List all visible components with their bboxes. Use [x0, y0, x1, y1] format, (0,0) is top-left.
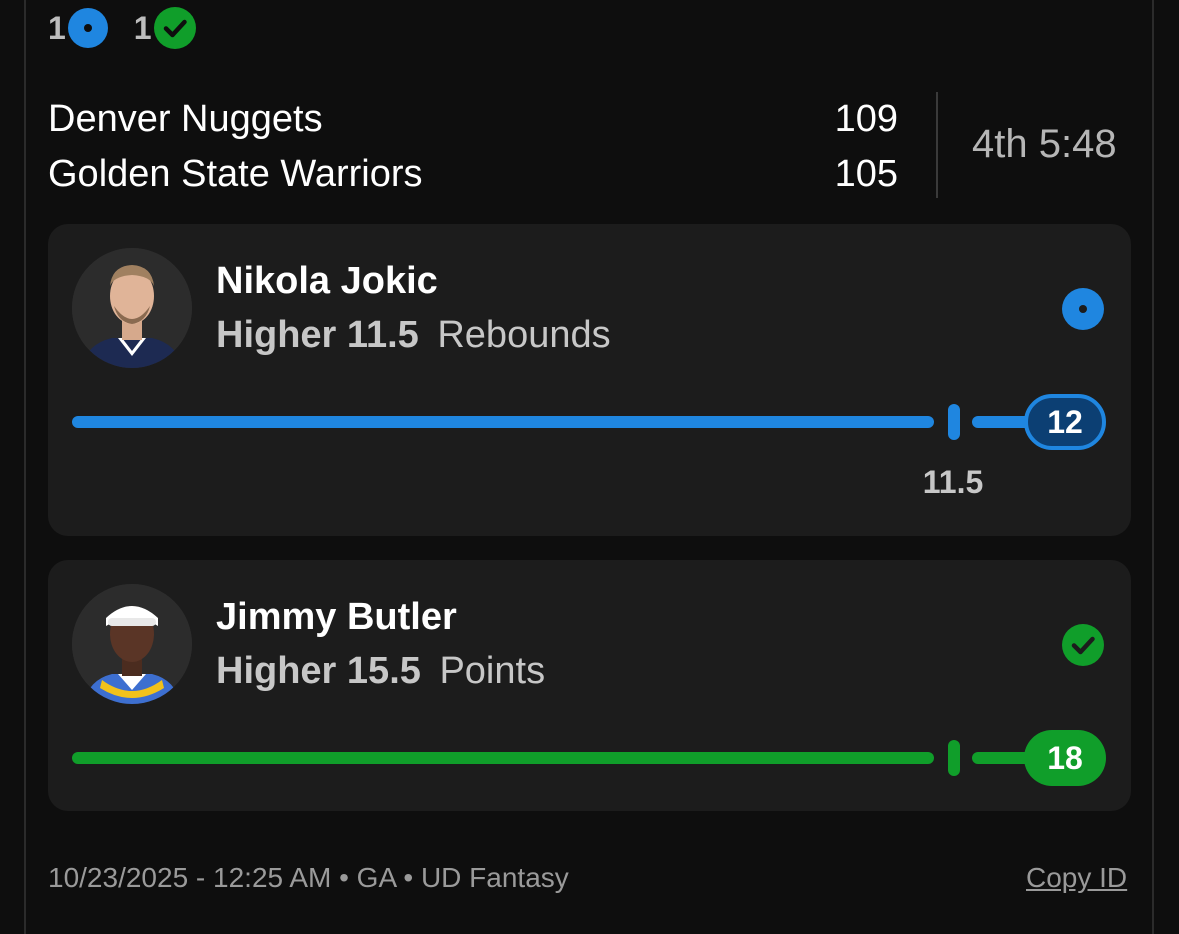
won-count-group: 1 [134, 7, 196, 49]
panel-border-left [24, 0, 26, 934]
pick-line-value: 15.5 [346, 650, 421, 692]
game-scoreboard: Denver Nuggets 109 Golden State Warriors… [48, 92, 1130, 198]
current-value-pill: 18 [1024, 730, 1106, 786]
panel-border-right [1152, 0, 1154, 934]
team-row-home: Denver Nuggets 109 [48, 94, 898, 144]
game-clock: 4th 5:48 [972, 122, 1117, 166]
pick-direction: Higher [216, 314, 337, 356]
player-name: Jimmy Butler [216, 596, 457, 638]
team-name: Golden State Warriors [48, 152, 423, 195]
pick-direction: Higher [216, 650, 337, 692]
pick-stat: Rebounds [437, 314, 611, 356]
progress-track-tail [972, 752, 1032, 764]
player-avatar [72, 248, 192, 368]
won-check-icon [1062, 624, 1104, 666]
pick-status-summary: 1 1 [48, 7, 222, 49]
line-marker [948, 404, 960, 440]
live-dot-icon [67, 8, 108, 48]
progress-track [72, 752, 934, 764]
pick-stat: Points [439, 650, 546, 692]
player-name: Nikola Jokic [216, 260, 438, 302]
score-divider [936, 92, 938, 198]
entry-detail-screen: 1 1 Denver Nuggets 109 Golden State Warr… [0, 0, 1179, 934]
live-dot-icon [1062, 288, 1104, 330]
team-name: Denver Nuggets [48, 97, 323, 140]
copy-id-link[interactable]: Copy ID [1026, 862, 1127, 894]
line-marker-label: 11.5 [922, 464, 984, 500]
team-row-away: Golden State Warriors 105 [48, 149, 898, 199]
pick-line-value: 11.5 [346, 314, 419, 356]
line-marker [948, 740, 960, 776]
team-score: 109 [834, 97, 898, 140]
pick-line: Higher 15.5 Points [216, 650, 545, 693]
team-score: 105 [834, 152, 898, 195]
entry-meta: 10/23/2025 - 12:25 AM • GA • UD Fantasy [48, 862, 569, 893]
pick-card-jokic[interactable]: Nikola Jokic Higher 11.5 Rebounds 12 11.… [48, 224, 1131, 536]
won-count: 1 [133, 9, 152, 46]
player-avatar [72, 584, 192, 704]
won-check-icon [153, 7, 196, 49]
pick-line: Higher 11.5 Rebounds [216, 314, 611, 357]
progress-track-tail [972, 416, 1032, 428]
pick-card-butler[interactable]: Jimmy Butler Higher 15.5 Points 18 [48, 560, 1131, 811]
current-value-pill: 12 [1024, 394, 1106, 450]
progress-track [72, 416, 934, 428]
live-count: 1 [48, 9, 66, 46]
live-count-group: 1 [48, 8, 108, 48]
